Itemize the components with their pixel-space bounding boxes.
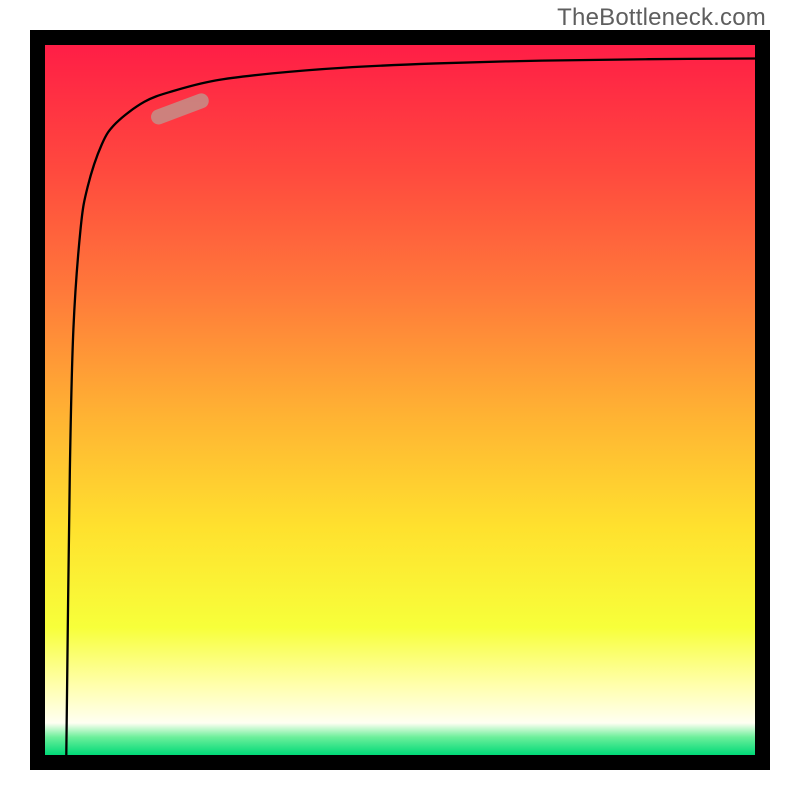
chart-root: TheBottleneck.com bbox=[0, 0, 800, 800]
chart-plot-area bbox=[45, 45, 755, 755]
watermark-text: TheBottleneck.com bbox=[557, 4, 766, 32]
gradient-background-rect bbox=[45, 45, 755, 755]
chart-frame bbox=[30, 30, 770, 770]
